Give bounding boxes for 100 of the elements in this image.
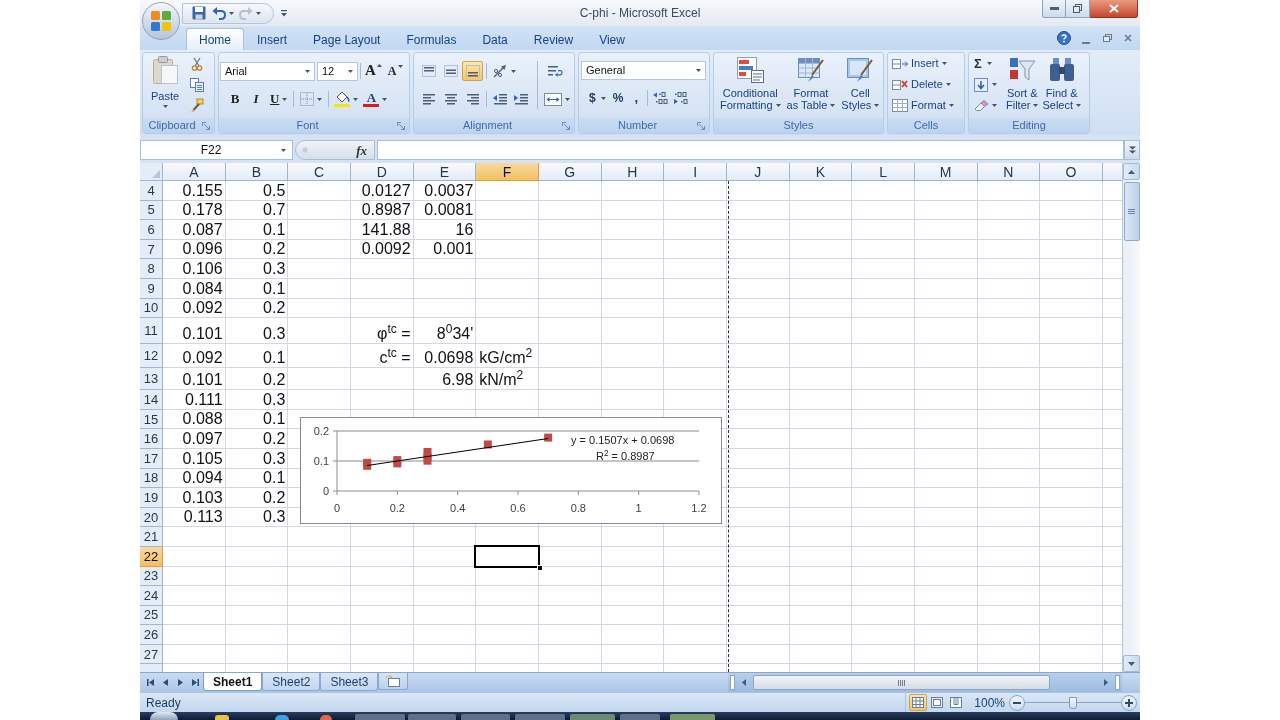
sheet-tab[interactable]: Sheet1 <box>203 673 263 691</box>
insert-button[interactable]: Insert <box>892 53 954 74</box>
row-header[interactable]: 4 <box>140 181 163 201</box>
font-color-button[interactable]: A <box>361 89 390 109</box>
row-header[interactable]: 16 <box>140 429 163 449</box>
dialog-launcher-button[interactable] <box>201 120 211 131</box>
sheet-tab[interactable]: Sheet2 <box>262 673 321 691</box>
find-select-button[interactable]: Find & Select <box>1040 53 1084 118</box>
start-button[interactable] <box>150 712 178 720</box>
ribbon-tab[interactable]: Formulas <box>393 28 470 50</box>
ribbon-tab[interactable]: Insert <box>244 28 301 50</box>
scroll-down-button[interactable] <box>1123 655 1140 672</box>
column-header[interactable]: L <box>852 163 915 181</box>
minimize-button[interactable] <box>1042 0 1066 18</box>
column-header[interactable]: K <box>789 163 853 181</box>
shrink-font-button[interactable]: A <box>385 62 405 80</box>
dialog-launcher-button[interactable] <box>396 120 406 131</box>
align-bottom-button[interactable] <box>462 61 483 81</box>
close-button[interactable] <box>1090 0 1138 18</box>
zoom-slider[interactable] <box>1025 696 1121 709</box>
help-button[interactable] <box>1057 31 1071 45</box>
ribbon-tab[interactable]: Review <box>520 28 587 50</box>
scroll-up-button[interactable] <box>1123 163 1140 180</box>
insert-sheet-button[interactable] <box>378 673 409 690</box>
row-header[interactable]: 26 <box>140 625 163 645</box>
column-header[interactable]: C <box>288 163 351 181</box>
ribbon-tab[interactable]: Page Layout <box>300 28 394 50</box>
format-button[interactable]: Format <box>892 95 954 116</box>
insert-function-button[interactable]: fx <box>354 141 369 159</box>
fill-handle[interactable] <box>536 564 543 571</box>
workbook-restore-button[interactable] <box>1101 32 1113 44</box>
number-format-field[interactable]: General <box>581 61 706 80</box>
fill-color-button[interactable] <box>332 89 361 109</box>
bold-button[interactable]: B <box>225 89 245 109</box>
normal-view-button[interactable] <box>909 694 928 711</box>
column-header[interactable]: A <box>163 163 226 181</box>
conditional-formatting-button[interactable]: Conditional Formatting <box>718 53 783 118</box>
app-icon[interactable] <box>215 715 229 720</box>
column-header[interactable]: B <box>225 163 289 181</box>
font-size-field[interactable]: 12 <box>317 61 358 81</box>
app-icon[interactable] <box>275 715 289 720</box>
column-header[interactable]: N <box>977 163 1041 181</box>
app-icon[interactable] <box>320 715 332 720</box>
cell-selection-border[interactable] <box>474 544 540 568</box>
column-header[interactable]: I <box>664 163 727 181</box>
italic-button[interactable]: I <box>246 89 266 109</box>
column-header[interactable]: O <box>1040 163 1103 181</box>
percent-button[interactable]: % <box>608 88 628 108</box>
currency-button[interactable]: $ <box>587 88 608 108</box>
zoom-in-button[interactable] <box>1121 694 1137 711</box>
row-header[interactable]: 8 <box>140 259 163 279</box>
restore-button[interactable] <box>1066 0 1090 18</box>
column-header[interactable]: J <box>726 163 790 181</box>
delete-button[interactable]: Delete <box>892 74 954 95</box>
undo-button[interactable] <box>212 5 234 21</box>
formula-input[interactable] <box>377 140 1124 160</box>
row-header[interactable]: 14 <box>140 390 163 410</box>
workbook-close-button[interactable] <box>1122 32 1134 44</box>
save-button[interactable] <box>191 5 207 21</box>
underline-button[interactable]: U <box>267 89 291 109</box>
column-header[interactable]: F <box>476 163 539 181</box>
expand-formula-bar-button[interactable] <box>1124 140 1140 160</box>
cell-styles-button[interactable]: Cell Styles <box>839 53 882 118</box>
split-handle[interactable] <box>730 675 735 690</box>
grow-font-button[interactable]: A <box>363 62 384 80</box>
align-right-icon <box>465 93 480 105</box>
row-header[interactable]: 13 <box>140 368 163 391</box>
dialog-launcher-button[interactable] <box>696 120 706 131</box>
dialog-launcher-button[interactable] <box>561 120 571 131</box>
row-header[interactable]: 6 <box>140 220 163 240</box>
column-header[interactable]: H <box>601 163 665 181</box>
row-header[interactable]: 12 <box>140 344 163 369</box>
column-header[interactable]: M <box>914 163 978 181</box>
paste-button[interactable]: Paste <box>148 53 182 118</box>
ribbon-tab[interactable]: Home <box>186 28 244 50</box>
row-header[interactable]: 21 <box>140 527 163 547</box>
comma-button[interactable]: , <box>628 88 645 108</box>
autosum-button[interactable]: Σ <box>974 53 1004 74</box>
row-header[interactable]: 11 <box>140 318 163 345</box>
ribbon-tab[interactable]: View <box>586 28 638 50</box>
split-handle[interactable] <box>1115 675 1120 690</box>
row-header[interactable]: 19 <box>140 488 163 508</box>
ribbon-tab[interactable]: Data <box>469 28 521 50</box>
slider-thumb[interactable] <box>1069 696 1077 709</box>
sheet-tab[interactable]: Sheet3 <box>320 673 379 691</box>
caret-icon <box>986 62 992 65</box>
font-name-field[interactable]: Arial <box>220 61 315 81</box>
caret-icon <box>565 97 570 101</box>
name-box[interactable]: F22 <box>140 140 293 160</box>
sort-filter-button[interactable]: Sort & Filter <box>1004 53 1041 118</box>
row-header[interactable]: 24 <box>140 586 163 606</box>
column-header[interactable]: E <box>413 163 477 181</box>
column-header[interactable]: G <box>538 163 602 181</box>
scrollbar-thumb[interactable] <box>1123 182 1140 241</box>
format-as-table-button[interactable]: Format as Table <box>784 53 838 118</box>
column-header[interactable]: D <box>350 163 414 181</box>
zoom-out-button[interactable] <box>1009 694 1025 711</box>
spreadsheet-cell-text: 0.2 <box>262 488 287 507</box>
scrollbar-thumb[interactable] <box>753 675 1050 690</box>
group-label: Cells <box>912 120 940 131</box>
